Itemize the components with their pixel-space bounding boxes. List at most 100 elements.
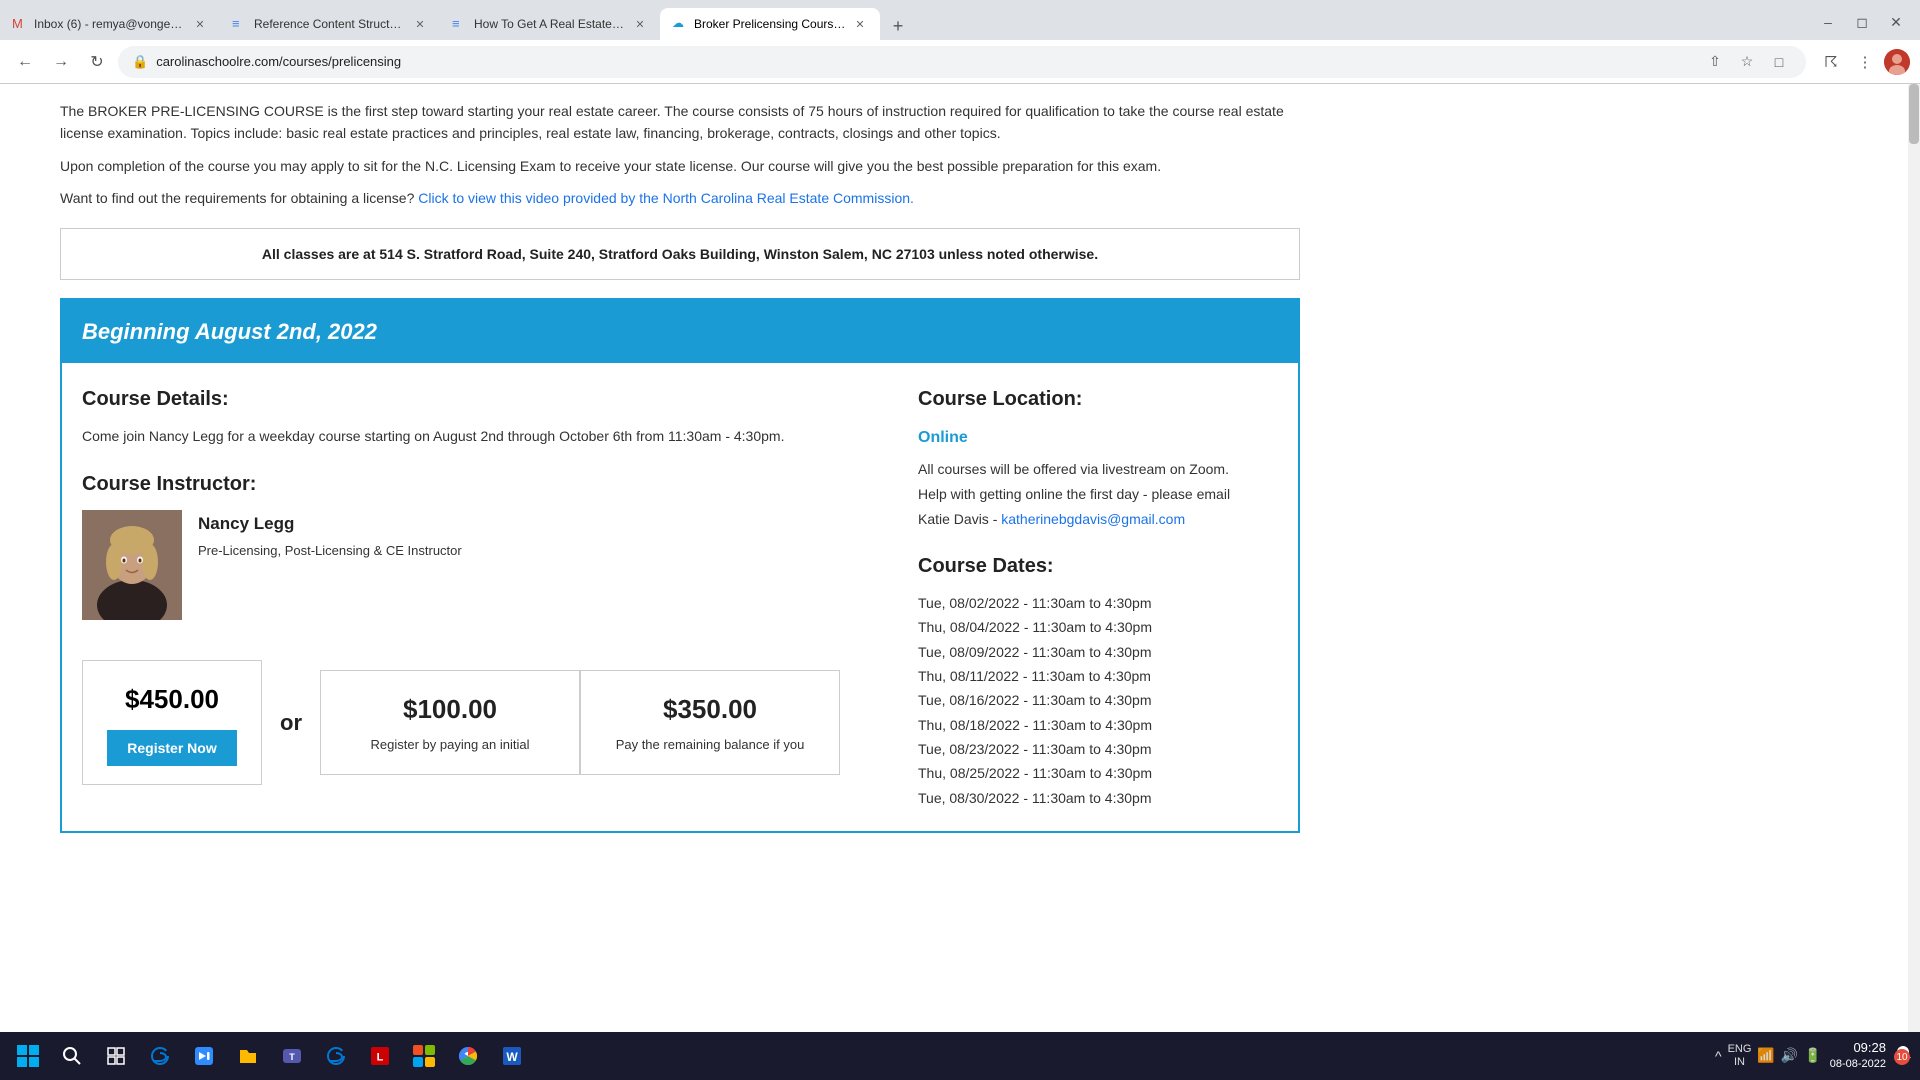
store-taskbar-button[interactable] (404, 1036, 444, 1076)
volume-icon[interactable]: 🔊 (1781, 1047, 1798, 1064)
page-content: The BROKER PRE-LICENSING COURSE is the f… (0, 84, 1360, 853)
minimize-button[interactable]: – (1814, 8, 1842, 36)
notice-text: All classes are at 514 S. Stratford Road… (262, 246, 1098, 262)
dates-title: Course Dates: (918, 550, 1278, 582)
sidebar-toggle-icon[interactable]: □ (1766, 49, 1792, 75)
date-item: Tue, 08/16/2022 - 11:30am to 4:30pm (918, 689, 1278, 711)
browser-right-icons: ☈ ⋮ (1816, 47, 1910, 77)
edge2-taskbar-icon (325, 1045, 347, 1067)
instructor-image (82, 510, 182, 620)
taskbar: T L W (0, 1032, 1920, 1080)
edge-taskbar-button[interactable] (140, 1036, 180, 1076)
extensions-button[interactable]: ☈ (1816, 47, 1846, 77)
tab-gmail-close[interactable]: ✕ (192, 16, 208, 32)
notice-box: All classes are at 514 S. Stratford Road… (60, 228, 1300, 280)
close-button[interactable]: ✕ (1882, 8, 1910, 36)
tab-gmail[interactable]: M Inbox (6) - remya@vongeyer... ✕ (0, 8, 220, 40)
tab-broker-label: Broker Prelicensing Course | Car... (694, 17, 846, 31)
address-icons: ⇧ ☆ □ (1702, 49, 1792, 75)
avatar-image (1884, 49, 1910, 75)
location-contact: Katie Davis - katherinebgdavis@gmail.com (918, 509, 1278, 530)
teams-taskbar-button[interactable]: T (272, 1036, 312, 1076)
window-controls: – ◻ ✕ (1814, 8, 1920, 40)
taskbar-clock[interactable]: 09:28 08-08-2022 (1830, 1039, 1886, 1073)
date-item: Thu, 08/18/2022 - 11:30am to 4:30pm (918, 714, 1278, 736)
register-now-button[interactable]: Register Now (107, 730, 236, 766)
date-item: Thu, 08/04/2022 - 11:30am to 4:30pm (918, 616, 1278, 638)
start-button[interactable] (8, 1036, 48, 1076)
pricing-row: $450.00 Register Now or $100.00 Register… (82, 660, 888, 786)
edge2-taskbar-button[interactable] (316, 1036, 356, 1076)
scrollbar-thumb[interactable] (1909, 84, 1919, 144)
new-tab-button[interactable]: + (884, 12, 912, 40)
course-header-title: Beginning August 2nd, 2022 (82, 314, 1278, 349)
date-item: Thu, 08/11/2022 - 11:30am to 4:30pm (918, 665, 1278, 687)
browser-chrome: M Inbox (6) - remya@vongeyer... ✕ ≡ Refe… (0, 0, 1920, 84)
initial-price-box: $100.00 Register by paying an initial (320, 670, 580, 774)
scrollbar[interactable] (1908, 84, 1920, 1080)
tab-license-close[interactable]: ✕ (632, 16, 648, 32)
svg-text:T: T (289, 1052, 295, 1062)
menu-button[interactable]: ⋮ (1850, 47, 1880, 77)
tab-reference[interactable]: ≡ Reference Content Structure - G... ✕ (220, 8, 440, 40)
address-bar-row: ← → ↻ 🔒 carolinaschoolre.com/courses/pre… (0, 40, 1920, 84)
video-link[interactable]: Click to view this video provided by the… (418, 190, 914, 206)
location-text-1: All courses will be offered via livestre… (918, 459, 1278, 480)
word-taskbar-button[interactable]: W (492, 1036, 532, 1076)
profile-avatar[interactable] (1884, 49, 1910, 75)
battery-icon[interactable]: 🔋 (1804, 1047, 1821, 1064)
full-price-box: $450.00 Register Now (82, 660, 262, 786)
maximize-button[interactable]: ◻ (1848, 8, 1876, 36)
share-icon[interactable]: ⇧ (1702, 49, 1728, 75)
tab-gmail-label: Inbox (6) - remya@vongeyer... (34, 17, 186, 31)
task-view-button[interactable] (96, 1036, 136, 1076)
tab-license-label: How To Get A Real Estate License... (474, 17, 626, 31)
tab-ref-close[interactable]: ✕ (412, 16, 428, 32)
instructor-title: Course Instructor: (82, 468, 888, 500)
taskbar-right: ^ ENGIN 📶 🔊 🔋 09:28 08-08-2022 10 (1715, 1039, 1912, 1073)
back-button[interactable]: ← (10, 47, 40, 77)
wifi-icon[interactable]: 📶 (1757, 1047, 1774, 1064)
remaining-price-box: $350.00 Pay the remaining balance if you (580, 670, 840, 774)
tab-ref-label: Reference Content Structure - G... (254, 17, 406, 31)
tab-broker[interactable]: ☁ Broker Prelicensing Course | Car... ✕ (660, 8, 880, 40)
files-taskbar-button[interactable] (228, 1036, 268, 1076)
page-wrapper: The BROKER PRE-LICENSING COURSE is the f… (0, 84, 1920, 1080)
full-price-amount: $450.00 (103, 679, 241, 721)
store-taskbar-icon (413, 1045, 435, 1067)
notification-button[interactable]: 10 (1894, 1045, 1912, 1066)
eng-lang-indicator: ENGIN (1728, 1043, 1752, 1069)
search-taskbar-button[interactable] (52, 1036, 92, 1076)
lumetri-taskbar-button[interactable]: L (360, 1036, 400, 1076)
bookmark-icon[interactable]: ☆ (1734, 49, 1760, 75)
intro-paragraph-1: The BROKER PRE-LICENSING COURSE is the f… (60, 100, 1300, 145)
address-box[interactable]: 🔒 carolinaschoolre.com/courses/prelicens… (118, 46, 1806, 78)
forward-button[interactable]: → (46, 47, 76, 77)
lock-icon: 🔒 (132, 54, 148, 70)
location-email-link[interactable]: katherinebgdavis@gmail.com (1001, 511, 1185, 527)
or-divider: or (262, 705, 320, 740)
svg-text:L: L (377, 1052, 384, 1064)
word-taskbar-icon: W (501, 1045, 523, 1067)
date-item: Tue, 08/30/2022 - 11:30am to 4:30pm (918, 787, 1278, 809)
details-text: Come join Nancy Legg for a weekday cours… (82, 425, 888, 447)
tab-license[interactable]: ≡ How To Get A Real Estate License... ✕ (440, 8, 660, 40)
gmail-favicon: M (12, 16, 28, 32)
chrome-taskbar-icon (457, 1045, 479, 1067)
initial-price-amount: $100.00 (341, 689, 559, 731)
clock-time: 09:28 (1830, 1039, 1886, 1057)
reload-button[interactable]: ↻ (82, 47, 112, 77)
zoom-taskbar-button[interactable] (184, 1036, 224, 1076)
clock-date: 08-08-2022 (1830, 1057, 1886, 1072)
online-link[interactable]: Online (918, 425, 1278, 451)
tray-chevron[interactable]: ^ (1715, 1048, 1722, 1064)
location-title: Course Location: (918, 383, 1278, 415)
chrome-taskbar-button[interactable] (448, 1036, 488, 1076)
instructor-details: Nancy Legg Pre-Licensing, Post-Licensing… (198, 510, 462, 562)
address-text: carolinaschoolre.com/courses/prelicensin… (156, 54, 1694, 69)
intro-paragraph-3: Want to find out the requirements for ob… (60, 187, 1300, 209)
svg-text:W: W (506, 1050, 518, 1064)
tab-broker-close[interactable]: ✕ (852, 16, 868, 32)
location-text-2: Help with getting online the first day -… (918, 484, 1278, 505)
instructor-name: Nancy Legg (198, 510, 462, 537)
